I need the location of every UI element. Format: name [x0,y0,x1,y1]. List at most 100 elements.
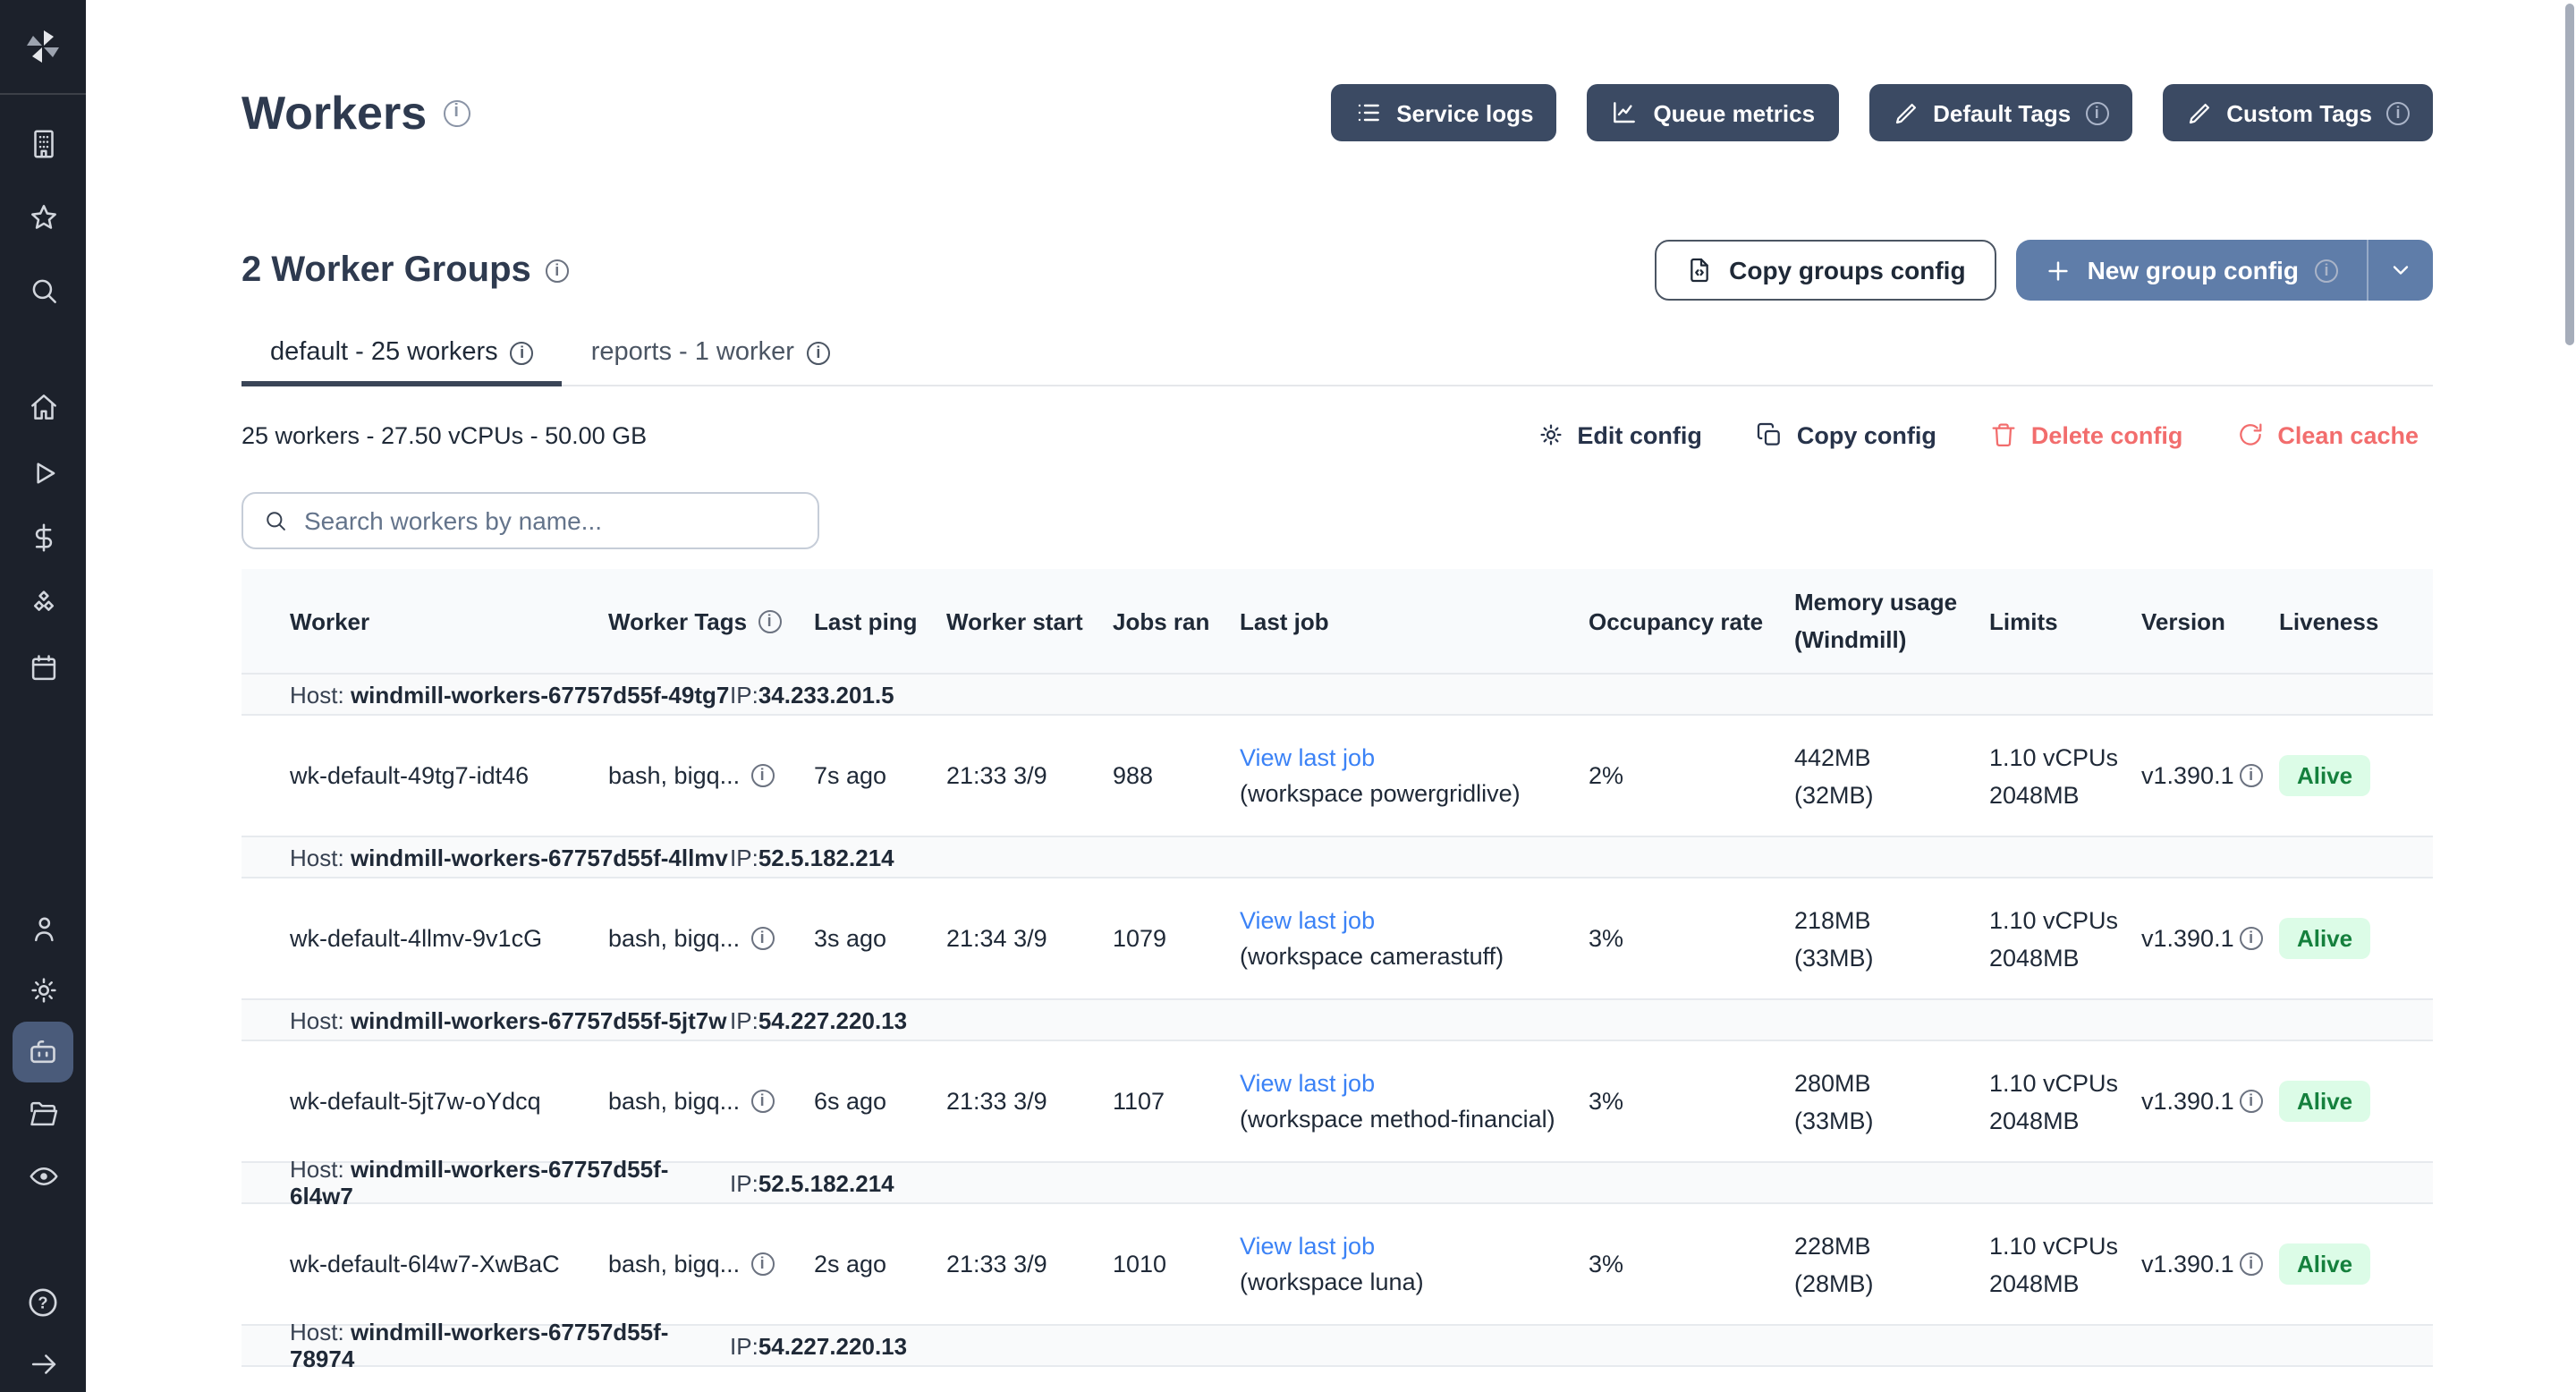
info-icon[interactable] [750,1090,774,1113]
info-icon[interactable] [750,1252,774,1276]
group-summary-row: 25 workers - 27.50 vCPUs - 50.00 GB Edit… [242,413,2433,456]
tab-reports[interactable]: reports - 1 worker [563,338,859,386]
info-icon[interactable] [2240,927,2263,950]
play-icon [26,455,60,489]
custom-tags-button[interactable]: Custom Tags [2162,84,2433,141]
arrow-right-icon [26,1346,60,1380]
memory-usage: 218MB(33MB) [1794,901,1989,976]
sidebar-item-home[interactable] [16,379,70,433]
info-icon[interactable] [2240,1252,2263,1276]
host-row: Host: windmill-workers-67757d55f-49tg7 I… [242,673,2433,716]
copy-groups-config-button[interactable]: Copy groups config [1654,240,1996,301]
svg-text:?: ? [38,1294,47,1312]
worker-search [242,492,819,549]
groups-buttons: Copy groups config New group config [1654,240,2433,301]
host-row: Host: windmill-workers-67757d55f-6l4w7 I… [242,1161,2433,1204]
sidebar-item-settings[interactable] [16,963,70,1016]
clean-cache-button[interactable]: Clean cache [2222,413,2433,456]
copy-config-button[interactable]: Copy config [1741,413,1951,456]
alive-badge: Alive [2279,755,2370,796]
info-icon[interactable] [2085,101,2108,124]
info-icon[interactable] [2315,259,2338,282]
queue-metrics-button[interactable]: Queue metrics [1587,84,1838,141]
windmill-logo[interactable] [0,0,86,95]
sidebar-item-schedules[interactable] [16,641,70,694]
info-icon[interactable] [511,341,534,364]
info-icon[interactable] [807,341,830,364]
info-icon[interactable] [2386,101,2410,124]
default-tags-button[interactable]: Default Tags [1868,84,2131,141]
delete-config-button[interactable]: Delete config [1976,413,2198,456]
info-icon[interactable] [750,927,774,950]
view-last-job-link[interactable]: View last job [1240,903,1574,938]
sidebar-item-runs[interactable] [16,446,70,499]
dollar-icon [26,520,60,554]
view-last-job-link[interactable]: View last job [1240,1065,1574,1101]
sidebar-item-variables[interactable] [16,510,70,564]
info-icon[interactable] [443,99,470,126]
file-code-icon [1684,256,1713,284]
worker-tags: bash, bigq... [608,1088,814,1115]
table-header-row: Worker Worker Tags Last ping Worker star… [242,569,2433,673]
last-job: View last job (workspace method-financia… [1240,1065,1589,1137]
group-summary: 25 workers - 27.50 vCPUs - 50.00 GB [242,421,647,448]
pencil-icon [2185,99,2212,126]
alive-badge: Alive [2279,918,2370,959]
sidebar-item-workspace[interactable] [16,116,70,170]
folder-icon [26,1096,60,1130]
jobs-ran: 1107 [1113,1088,1240,1115]
info-icon[interactable] [750,764,774,787]
host-name: Host: windmill-workers-67757d55f-4llmv [242,844,730,870]
last-ping: 2s ago [814,1251,946,1277]
host-name: Host: windmill-workers-67757d55f-6l4w7 [242,1156,730,1210]
worker-name: wk-default-49tg7-idt46 [242,762,608,789]
host-ip: IP:34.233.201.5 [730,681,894,708]
jobs-ran: 988 [1113,762,1240,789]
sidebar-item-workers[interactable] [13,1022,73,1082]
liveness: Alive [2279,1243,2433,1285]
calendar-icon [26,650,60,684]
search-input[interactable] [304,506,798,535]
sidebar-item-search[interactable] [16,263,70,317]
info-icon[interactable] [2240,764,2263,787]
sidebar-item-audit-logs[interactable] [16,1149,70,1202]
sidebar-item-folders[interactable] [16,1086,70,1140]
vertical-scrollbar[interactable] [2565,4,2574,345]
view-last-job-link[interactable]: View last job [1240,1228,1574,1264]
last-ping: 3s ago [814,925,946,952]
sidebar-item-favorites[interactable] [16,190,70,243]
worker-tags: bash, bigq... [608,1251,814,1277]
new-group-config-dropdown[interactable] [2367,240,2433,301]
sidebar-collapse-toggle[interactable] [16,1337,70,1390]
version: v1.390.1 [2141,762,2279,789]
last-ping: 6s ago [814,1088,946,1115]
col-jobs-ran: Jobs ran [1113,607,1240,634]
version: v1.390.1 [2141,1088,2279,1115]
info-icon[interactable] [758,609,781,632]
sidebar-item-help[interactable]: ? [16,1276,70,1329]
groups-title: 2 Worker Groups [242,250,569,291]
last-job-workspace: (workspace camerastuff) [1240,938,1574,974]
host-ip: IP:52.5.182.214 [730,844,894,870]
occupancy-rate: 3% [1589,1251,1794,1277]
host-name: Host: windmill-workers-67757d55f-49tg7 [242,681,730,708]
user-icon [26,912,60,946]
tab-default[interactable]: default - 25 workers [242,338,563,386]
alive-badge: Alive [2279,1081,2370,1122]
default-tags-label: Default Tags [1933,99,2071,126]
edit-config-button[interactable]: Edit config [1521,413,1716,456]
list-icon [1353,98,1382,127]
info-icon[interactable] [546,259,569,282]
info-icon[interactable] [2240,1090,2263,1113]
col-last-job: Last job [1240,607,1589,634]
worker-name: wk-default-5jt7w-oYdcq [242,1088,608,1115]
sidebar-item-resources[interactable] [16,576,70,630]
worker-name: wk-default-4llmv-9v1cG [242,925,608,952]
view-last-job-link[interactable]: View last job [1240,740,1574,776]
alive-badge: Alive [2279,1243,2370,1285]
service-logs-button[interactable]: Service logs [1330,84,1556,141]
sidebar-item-users[interactable] [16,902,70,955]
host-row: Host: windmill-workers-67757d55f-5jt7w I… [242,998,2433,1041]
new-group-config-button[interactable]: New group config [2016,240,2367,301]
worker-tags: bash, bigq... [608,762,814,789]
